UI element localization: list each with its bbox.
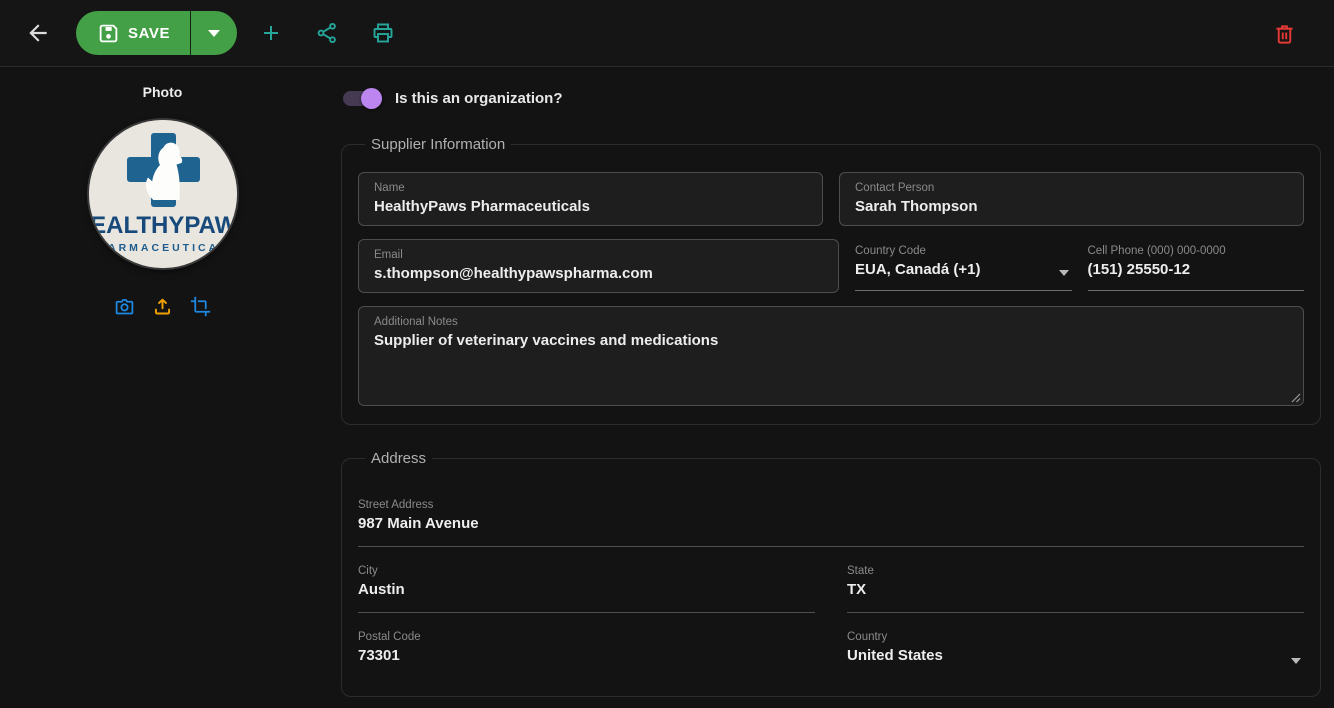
delete-icon [1273,22,1296,45]
name-field-label: Name [374,181,807,195]
back-arrow-icon [25,20,51,46]
camera-icon [114,296,135,317]
delete-button[interactable] [1262,11,1306,55]
upload-photo-button[interactable] [150,293,176,319]
name-field-value: HealthyPaws Pharmaceuticals [374,197,807,216]
city-state-row: City Austin State TX [358,555,1304,613]
healthypaws-logo: HEALTHYPAWS PHARMACEUTICALS [89,120,237,268]
email-phone-row: Email s.thompson@healthypawspharma.com C… [358,239,1304,293]
postal-country-row: Postal Code 73301 Country United States [358,621,1304,678]
resize-handle-icon[interactable] [1291,393,1301,403]
crop-photo-button[interactable] [188,293,214,319]
form-panel: Is this an organization? Supplier Inform… [325,67,1334,708]
additional-notes-value: Supplier of veterinary vaccines and medi… [374,331,1288,350]
share-icon [315,21,339,45]
email-field-label: Email [374,248,823,262]
street-address-label: Street Address [358,498,1304,512]
phone-group: Country Code EUA, Canadá (+1) Cell Phone… [855,239,1304,291]
save-split-button: SAVE [76,11,237,55]
country-code-value: EUA, Canadá (+1) [855,260,1072,279]
country-label: Country [847,630,1304,644]
chevron-down-icon [1291,658,1301,664]
additional-notes-field[interactable]: Additional Notes Supplier of veterinary … [358,306,1304,406]
state-value: TX [847,580,1304,599]
crop-icon [190,296,211,317]
upload-icon [152,296,173,317]
state-label: State [847,564,1304,578]
photo-panel: Photo HEALTHYPAWS PHARMACEUTICALS [0,67,325,708]
back-button[interactable] [16,11,60,55]
state-field[interactable]: State TX [847,555,1304,613]
country-select[interactable]: Country United States [847,621,1304,678]
organization-toggle[interactable] [343,91,379,106]
contact-person-field-label: Contact Person [855,181,1288,195]
city-label: City [358,564,815,578]
supplier-logo-avatar[interactable]: HEALTHYPAWS PHARMACEUTICALS [89,120,237,268]
photo-label: Photo [143,84,183,100]
save-button-label: SAVE [128,25,170,42]
contact-person-field-value: Sarah Thompson [855,197,1288,216]
cell-phone-value: (151) 25550-12 [1088,260,1305,279]
postal-code-label: Postal Code [358,630,815,644]
save-options-button[interactable] [191,11,237,55]
address-section: Address Street Address 987 Main Avenue C… [341,450,1321,697]
main-content: Photo HEALTHYPAWS PHARMACEUTICALS [0,67,1334,708]
photo-actions [112,293,214,319]
street-address-field[interactable]: Street Address 987 Main Avenue [358,489,1304,547]
email-field-value: s.thompson@healthypawspharma.com [374,264,823,283]
additional-notes-label: Additional Notes [374,315,1288,329]
name-contact-row: Name HealthyPaws Pharmaceuticals Contact… [358,172,1304,226]
supplier-information-legend: Supplier Information [365,136,511,153]
supplier-information-section: Supplier Information Name HealthyPaws Ph… [341,136,1321,425]
print-icon [371,21,395,45]
share-button[interactable] [305,11,349,55]
city-field[interactable]: City Austin [358,555,815,613]
logo-wordmark: HEALTHYPAWS [89,212,237,239]
country-code-select[interactable]: Country Code EUA, Canadá (+1) [855,239,1072,291]
cell-phone-label: Cell Phone (000) 000-0000 [1088,244,1305,258]
print-button[interactable] [361,11,405,55]
notes-row: Additional Notes Supplier of veterinary … [358,306,1304,406]
postal-code-field[interactable]: Postal Code 73301 [358,621,815,678]
toggle-knob-icon [361,88,382,109]
postal-code-value: 73301 [358,646,815,665]
contact-person-field[interactable]: Contact Person Sarah Thompson [839,172,1304,226]
street-address-value: 987 Main Avenue [358,514,1304,533]
save-button[interactable]: SAVE [76,11,190,55]
toolbar: SAVE [0,0,1334,67]
email-field[interactable]: Email s.thompson@healthypawspharma.com [358,239,839,293]
city-value: Austin [358,580,815,599]
add-button[interactable] [249,11,293,55]
take-photo-button[interactable] [112,293,138,319]
logo-subtext: PHARMACEUTICALS [89,242,237,254]
address-legend: Address [365,450,432,467]
organization-toggle-row: Is this an organization? [341,85,1321,111]
cell-phone-field[interactable]: Cell Phone (000) 000-0000 (151) 25550-12 [1088,239,1305,291]
add-icon [259,21,283,45]
country-code-label: Country Code [855,244,1072,258]
name-field[interactable]: Name HealthyPaws Pharmaceuticals [358,172,823,226]
country-value: United States [847,646,1304,665]
save-floppy-icon [98,23,119,44]
street-row: Street Address 987 Main Avenue [358,489,1304,547]
dropdown-caret-icon [208,30,220,37]
chevron-down-icon [1059,270,1069,276]
organization-toggle-label: Is this an organization? [395,90,563,107]
